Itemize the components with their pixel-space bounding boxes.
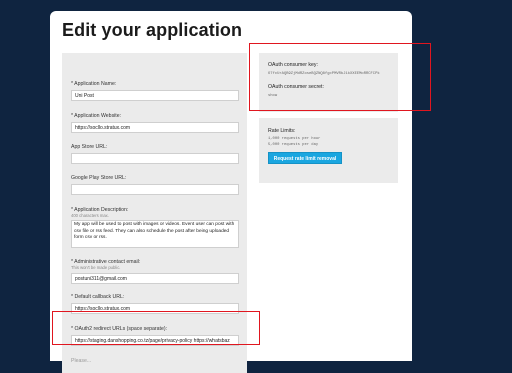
oauth-consumer-secret-show-link[interactable]: show — [268, 94, 277, 98]
rate-limit-per-hour: 1,000 requests per hour — [268, 137, 321, 141]
application-description-hint: 400 characters max. — [71, 213, 109, 218]
app-store-url-label: App Store URL: — [71, 144, 108, 150]
cutoff-label: Please... — [71, 358, 92, 364]
field-redirect-urls: * OAuth2 redirect URLs (space separate):… — [71, 326, 239, 346]
play-store-url-input[interactable] — [71, 184, 239, 195]
application-name-label: * Application Name: — [71, 81, 117, 87]
rate-limits-panel: Rate Limits: 1,000 requests per hour 5,0… — [259, 118, 398, 183]
contact-email-input[interactable]: postuni311@gmail.com — [71, 273, 239, 284]
request-rate-limit-removal-button[interactable]: Request rate limit removal — [268, 152, 342, 164]
field-callback-url: * Default callback URL: https://socllo.s… — [71, 294, 239, 314]
redirect-urls-input[interactable]: https://staging.danshopping.co.tz/page/p… — [71, 335, 239, 346]
application-form: * Application Name: Uni Post * Applicati… — [62, 53, 247, 373]
field-application-website: * Application Website: https://socllo.st… — [71, 113, 239, 133]
redirect-urls-label: * OAuth2 redirect URLs (space separate): — [71, 326, 168, 332]
field-app-store-url: App Store URL: — [71, 144, 239, 164]
field-contact-email: * Administrative contact email: This won… — [71, 259, 239, 284]
rate-limits-title: Rate Limits: — [268, 128, 296, 134]
field-application-name: * Application Name: Uni Post — [71, 81, 239, 101]
play-store-url-label: Google Play Store URL: — [71, 175, 127, 181]
edit-application-card: Edit your application * Application Name… — [50, 11, 412, 373]
field-cutoff: Please... — [71, 358, 239, 364]
application-website-input[interactable]: https://socllo.stratux.com — [71, 122, 239, 133]
oauth-consumer-secret-label: OAuth consumer secret: — [268, 84, 324, 90]
application-name-input[interactable]: Uni Post — [71, 90, 239, 101]
app-store-url-input[interactable] — [71, 153, 239, 164]
oauth-consumer-key-value: O7fcUrAQB9ZjMdRZoseBQZNQ8fgcPMVRbJ1kXXEE… — [268, 72, 380, 76]
oauth-keys-panel: OAuth consumer key: O7fcUrAQB9ZjMdRZoseB… — [259, 53, 398, 112]
page-title: Edit your application — [62, 20, 243, 40]
contact-email-hint: This won't be made public. — [71, 265, 121, 270]
field-application-description: * Application Description: 400 character… — [71, 207, 239, 248]
oauth-consumer-key-label: OAuth consumer key: — [268, 62, 318, 68]
rate-limit-per-day: 5,000 requests per day — [268, 143, 319, 147]
callback-url-input[interactable]: https://socllo.stratux.com — [71, 303, 239, 314]
application-description-textarea[interactable]: My app will be used to post with images … — [71, 220, 239, 248]
callback-url-label: * Default callback URL: — [71, 294, 125, 300]
application-website-label: * Application Website: — [71, 113, 122, 119]
field-play-store-url: Google Play Store URL: — [71, 175, 239, 195]
